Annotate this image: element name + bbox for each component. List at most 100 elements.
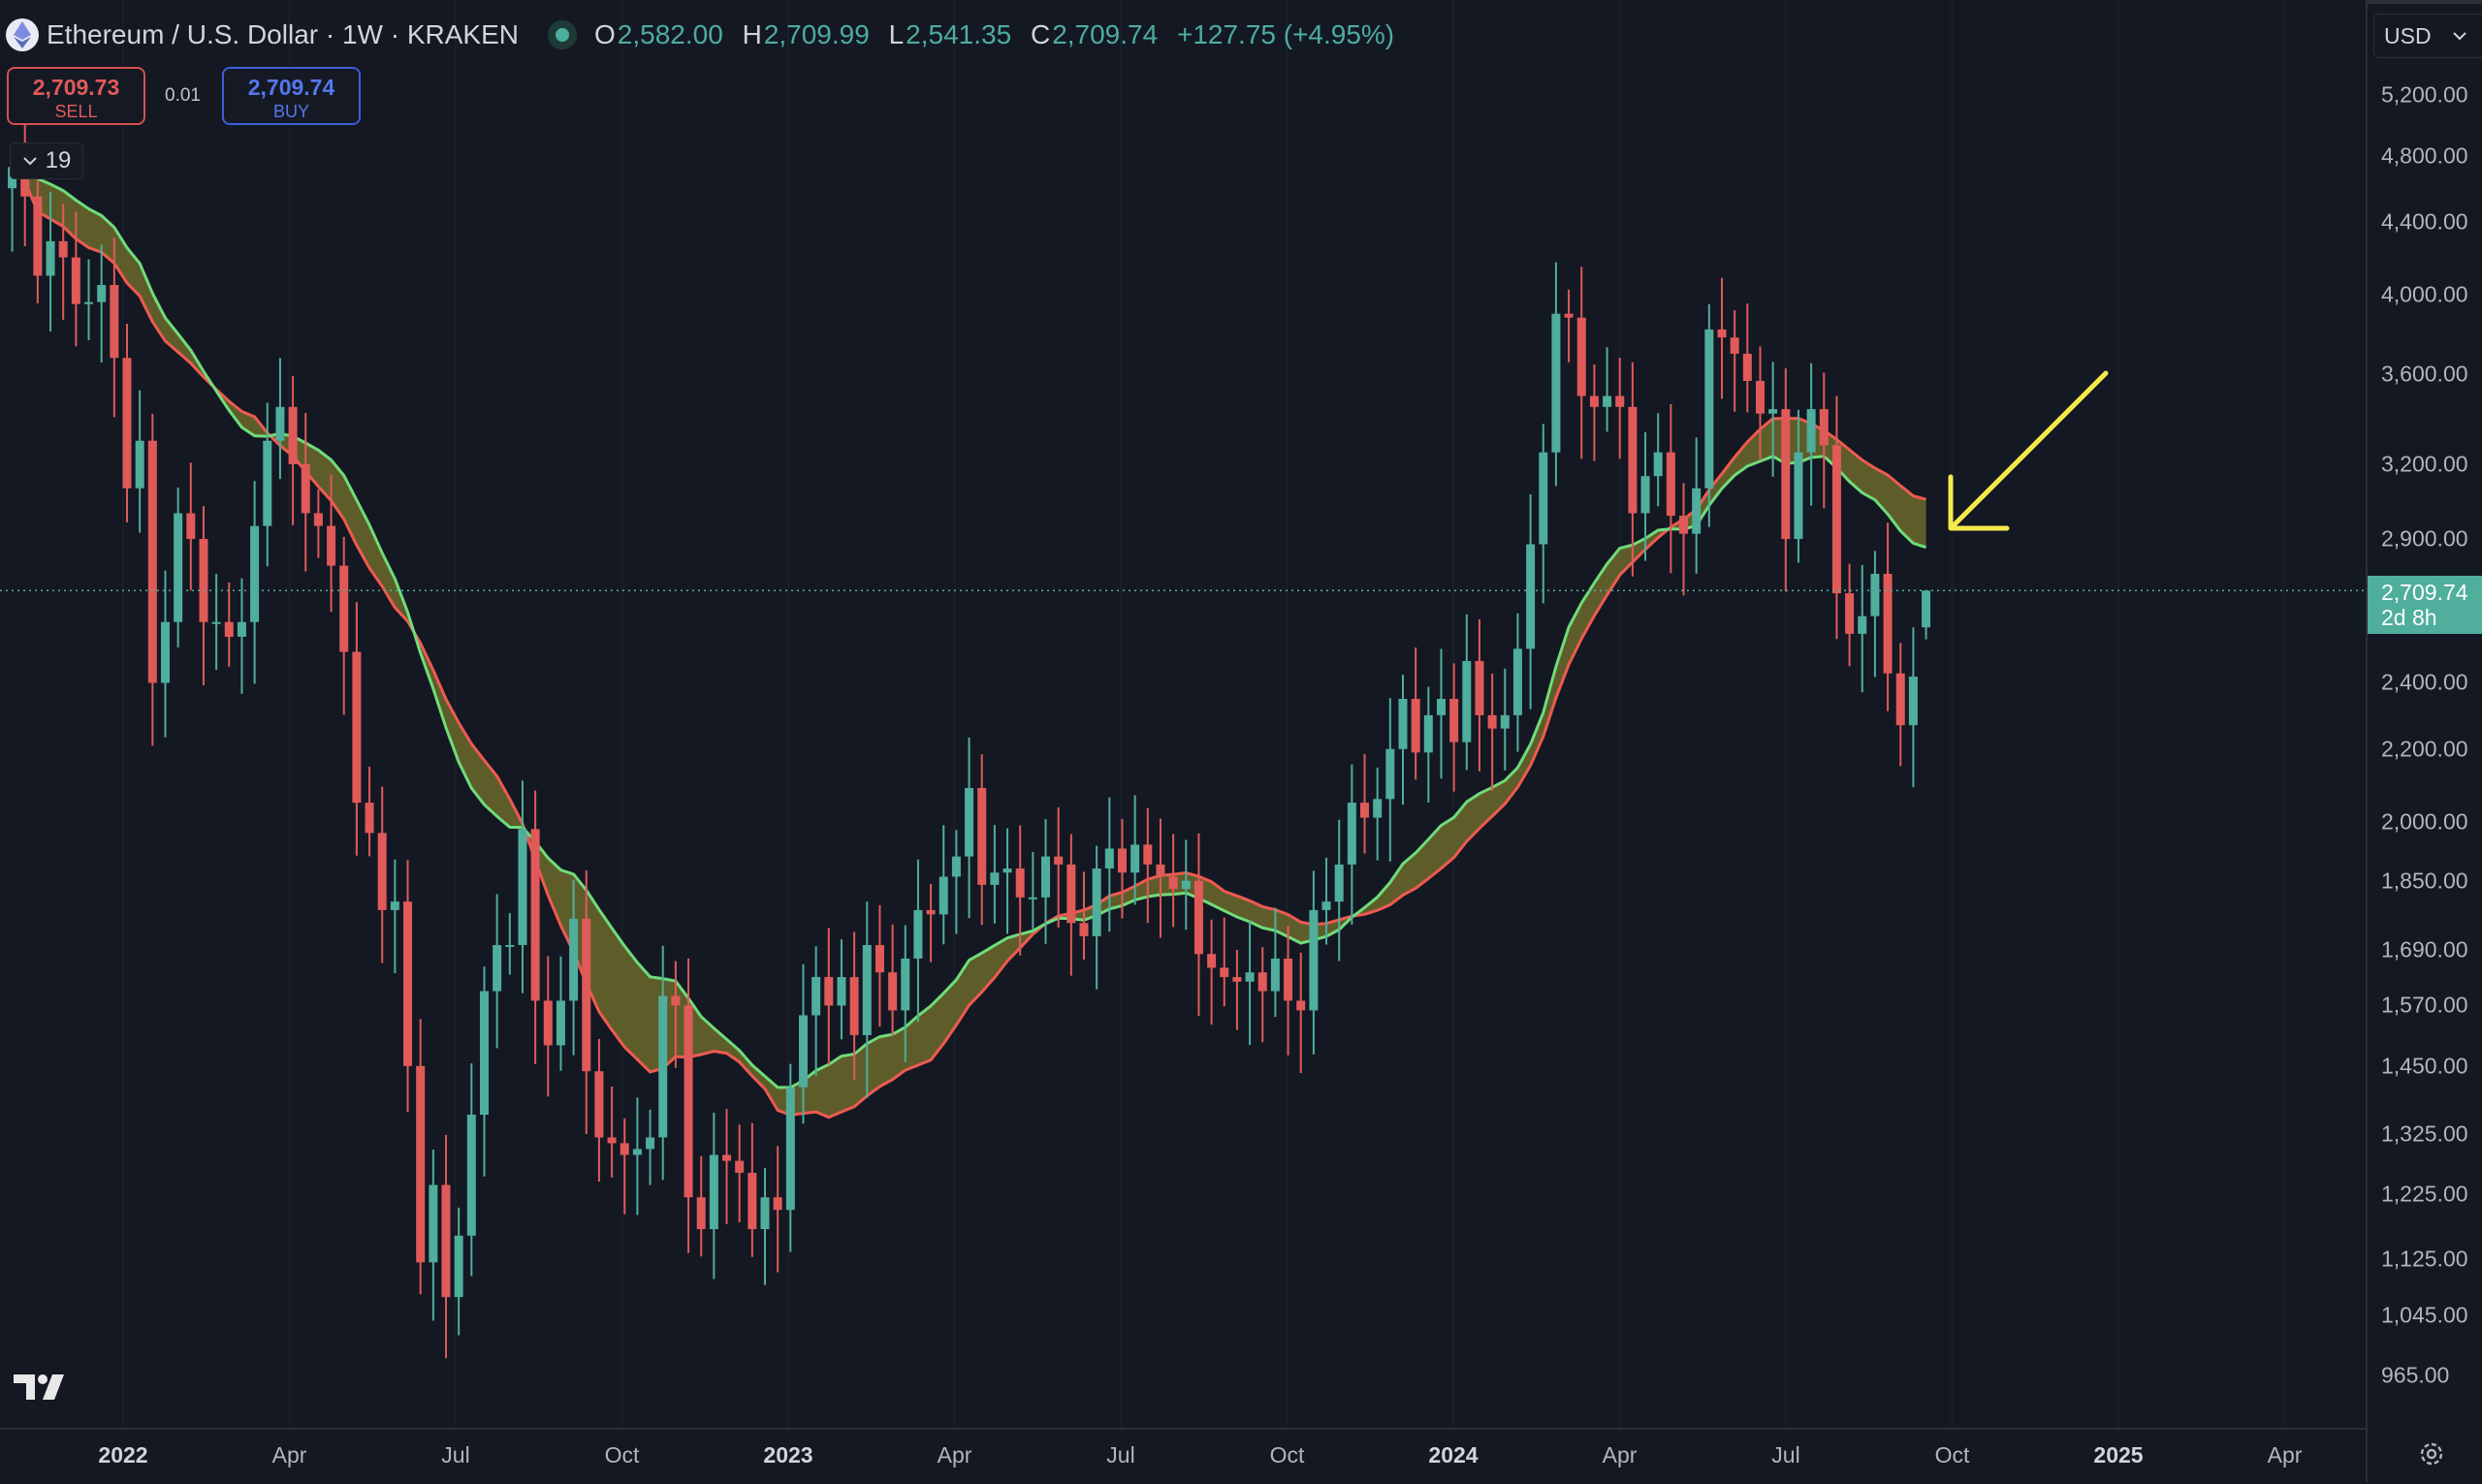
candle-body	[224, 621, 234, 637]
candle-body	[671, 995, 681, 1006]
candle-body	[1156, 864, 1165, 877]
candle-body	[122, 358, 132, 489]
sell-label: SELL	[54, 102, 98, 121]
candle-body	[1806, 409, 1816, 453]
low-key: L	[888, 19, 905, 49]
candle-body	[837, 976, 846, 1006]
candle-body	[1220, 967, 1229, 977]
candle-body	[1015, 868, 1025, 898]
candle-body	[493, 944, 502, 992]
candle-body	[709, 1154, 718, 1230]
candle-body	[71, 257, 80, 304]
time-tick-label: Apr	[1602, 1442, 1638, 1468]
time-tick-label: Oct	[1269, 1442, 1305, 1468]
time-tick-label: 2025	[2093, 1442, 2144, 1468]
candle-body	[951, 856, 961, 877]
candle-body	[1104, 848, 1114, 869]
candle-body	[313, 513, 323, 526]
open-value: 2,582.00	[617, 19, 723, 49]
candle-body	[479, 991, 489, 1116]
candle-body	[798, 1015, 808, 1088]
buy-price: 2,709.74	[247, 75, 335, 100]
candle-body	[1883, 574, 1893, 674]
open-key: O	[594, 19, 616, 49]
candle-body	[646, 1137, 655, 1150]
settings-gear-icon[interactable]	[2418, 1440, 2445, 1468]
close-value: 2,709.74	[1052, 19, 1159, 49]
time-tick-label: Jul	[1106, 1442, 1135, 1468]
chevron-down-icon	[2452, 31, 2466, 40]
legend-header: Ethereum / U.S. Dollar · 1W · KRAKEN O2,…	[0, 16, 1406, 54]
price-tick-label: 1,325.00	[2381, 1121, 2468, 1147]
candle-body	[1858, 616, 1867, 634]
ohlc-values: O2,582.00 H2,709.99 L2,541.35 C2,709.74 …	[594, 19, 1406, 50]
indicator-count: 19	[45, 147, 72, 174]
tradingview-logo-icon[interactable]	[14, 1373, 72, 1402]
candle-body	[505, 944, 515, 947]
candle-body	[1564, 313, 1574, 318]
candle-body	[760, 1197, 770, 1230]
price-tick-label: 2,000.00	[2381, 808, 2468, 834]
buy-button[interactable]: 2,709.74 BUY	[222, 67, 361, 125]
price-tick-label: 3,200.00	[2381, 451, 2468, 477]
candle-body	[1539, 452, 1548, 545]
candle-body	[1781, 409, 1791, 540]
candle-body	[1666, 452, 1675, 517]
candle-body	[518, 829, 527, 945]
candle-body	[160, 621, 170, 683]
candle-body	[199, 539, 208, 622]
candle-body	[1653, 452, 1663, 477]
price-tick-label: 2,200.00	[2381, 736, 2468, 762]
candle-body	[1270, 958, 1280, 992]
candle-body	[1436, 699, 1446, 715]
candle-body	[1181, 880, 1191, 890]
symbol-title[interactable]: Ethereum / U.S. Dollar · 1W · KRAKEN	[47, 19, 519, 50]
candle-body	[926, 909, 936, 915]
indicators-toggle-button[interactable]: 19	[10, 142, 83, 179]
candle-body	[1589, 395, 1599, 407]
price-tick-label: 1,690.00	[2381, 936, 2468, 963]
candle-body	[1207, 954, 1217, 968]
time-axis[interactable]	[0, 1428, 2366, 1484]
price-chart[interactable]	[0, 0, 2366, 1428]
candle-body	[862, 944, 872, 1035]
candle-body	[1423, 714, 1433, 753]
candle-body	[250, 525, 260, 622]
candle-body	[1130, 844, 1140, 873]
candle-body	[1640, 476, 1650, 514]
high-value: 2,709.99	[763, 19, 870, 49]
candle-body	[1398, 699, 1408, 749]
candle-body	[1615, 395, 1625, 407]
candle-body	[556, 1000, 565, 1046]
candle-body	[939, 876, 948, 915]
candle-body	[1551, 313, 1561, 453]
price-tick-label: 1,570.00	[2381, 992, 2468, 1018]
candle-body	[327, 525, 336, 566]
candle-body	[1794, 452, 1803, 540]
candle-body	[1449, 699, 1459, 742]
candle-body	[84, 301, 94, 304]
candle-body	[607, 1137, 617, 1144]
candle-body	[1679, 516, 1689, 534]
candle-body	[365, 803, 374, 834]
candle-body	[1730, 337, 1739, 354]
candle-body	[429, 1184, 438, 1263]
candle-body	[1168, 876, 1178, 890]
candle-body	[1845, 593, 1855, 634]
low-value: 2,541.35	[906, 19, 1012, 49]
candle-body	[582, 918, 591, 1072]
candle-body	[147, 440, 157, 683]
candle-body	[913, 909, 923, 959]
current-price: 2,709.74	[2381, 580, 2468, 605]
candle-body	[352, 651, 362, 804]
candle-body	[1028, 897, 1037, 900]
candle-body	[1334, 864, 1344, 902]
candle-body	[1245, 972, 1255, 982]
currency-selector[interactable]: USD	[2373, 14, 2482, 58]
time-tick-label: Apr	[2267, 1442, 2303, 1468]
sell-button[interactable]: 2,709.73 SELL	[7, 67, 145, 125]
candle-body	[1079, 923, 1089, 936]
price-tick-label: 2,900.00	[2381, 525, 2468, 552]
price-tick-label: 1,045.00	[2381, 1302, 2468, 1328]
current-price-label: 2,709.74 2d 8h	[2368, 576, 2482, 634]
